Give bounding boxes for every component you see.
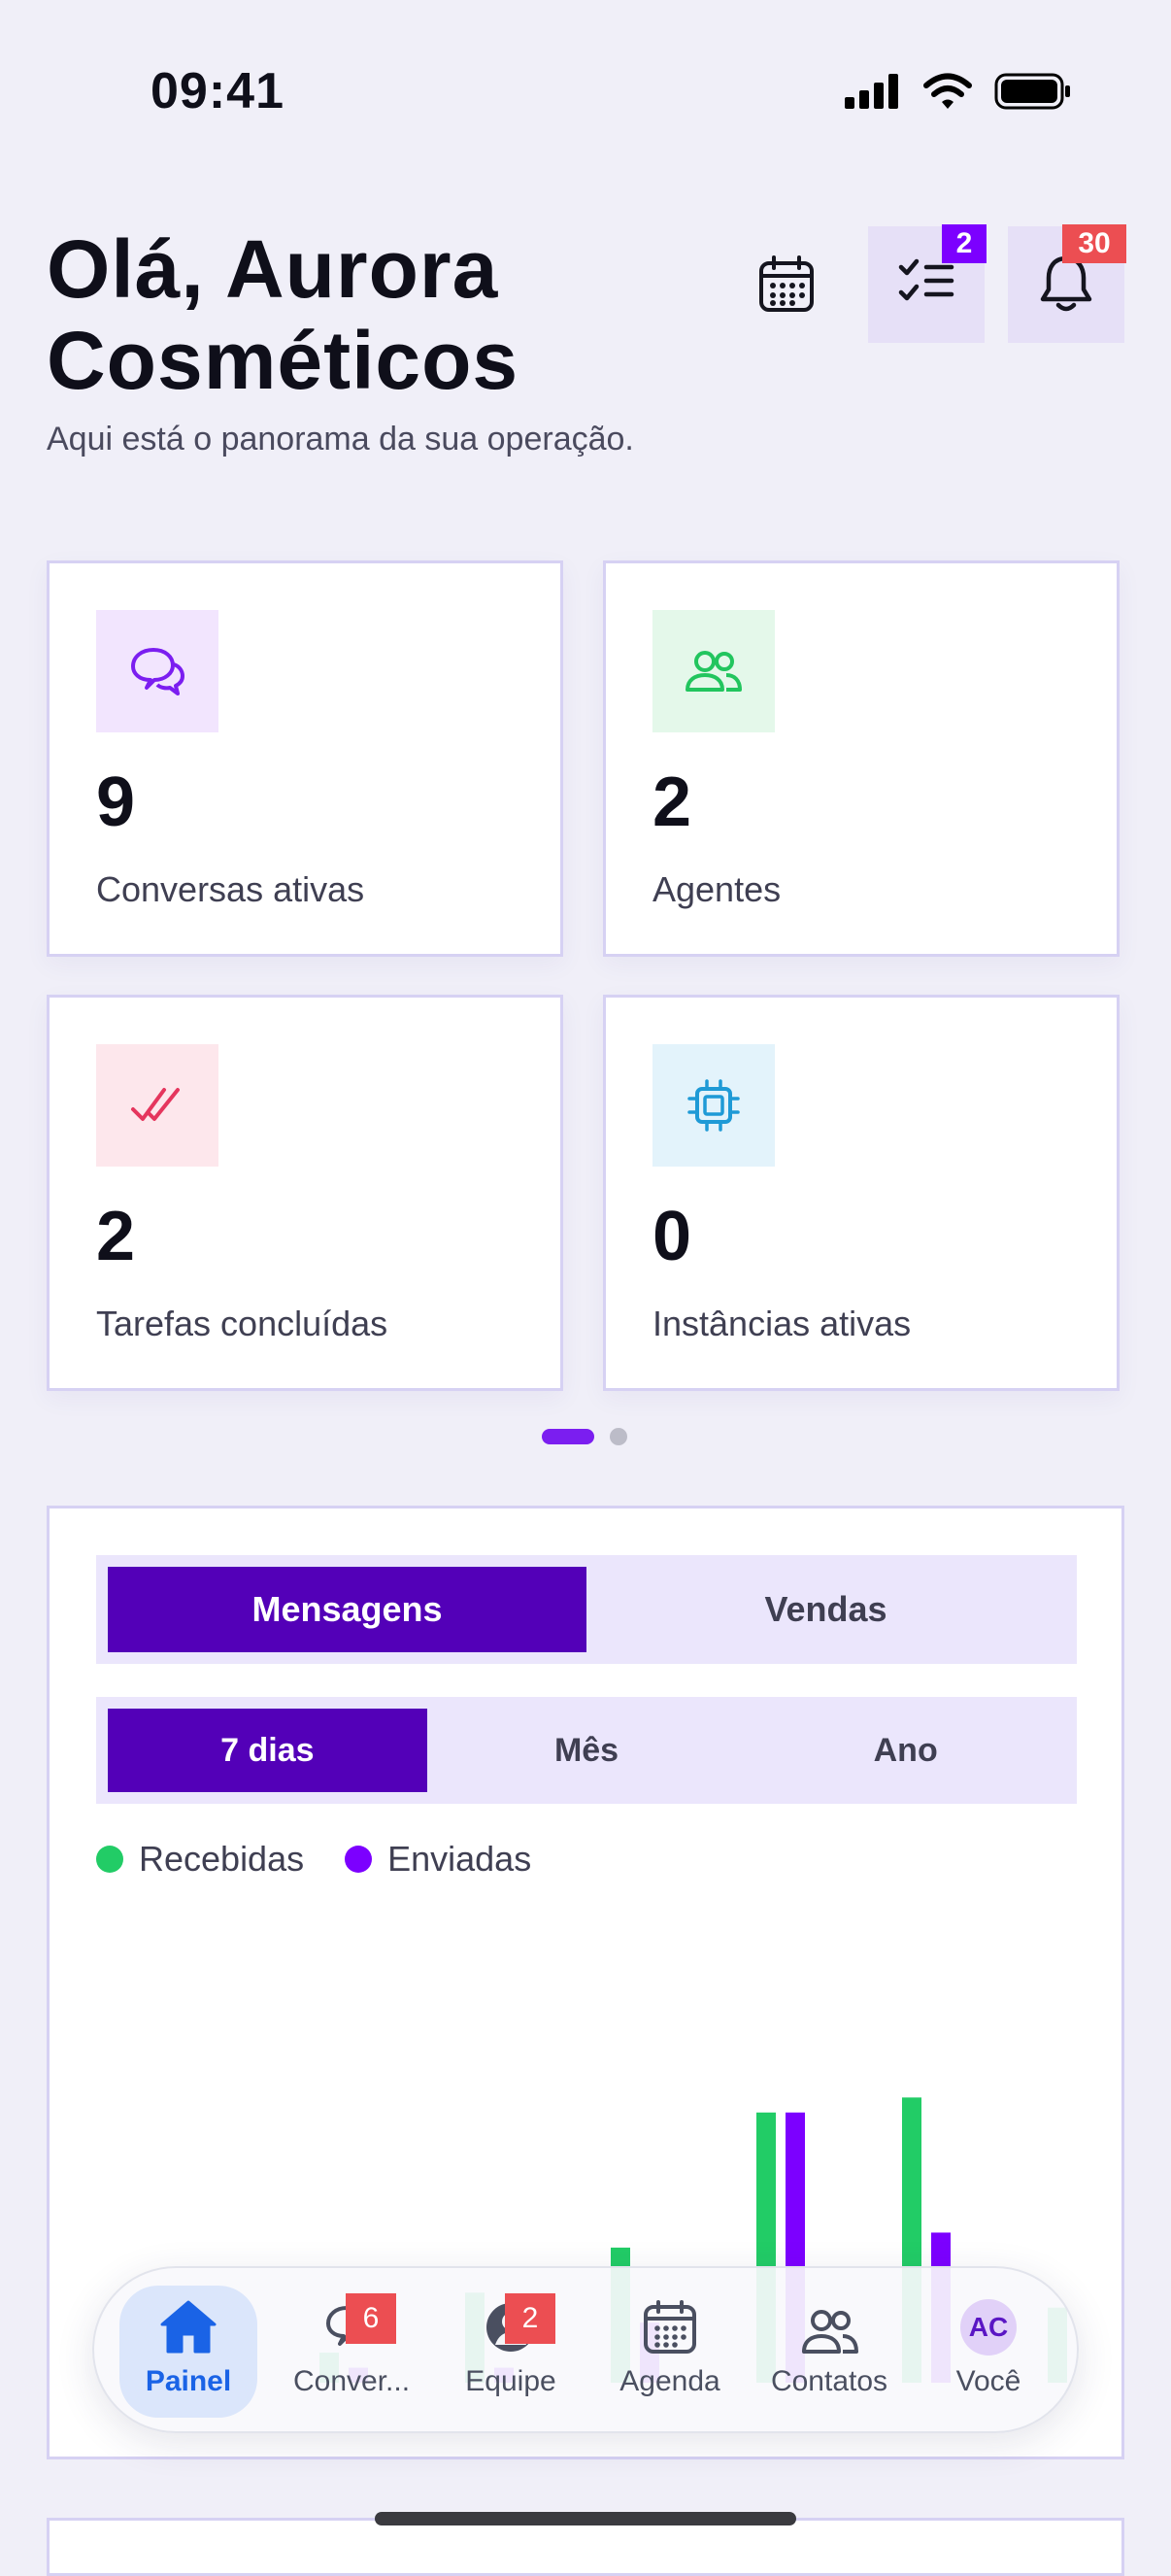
chat-icon	[131, 648, 184, 695]
stat-icon-box	[96, 610, 218, 732]
metric-tabs: Mensagens Vendas	[96, 1555, 1077, 1664]
nav-contatos[interactable]: Contatos	[756, 2286, 902, 2418]
legend-swatch	[345, 1846, 373, 1873]
calendar-icon	[644, 2300, 696, 2354]
status-icons	[845, 72, 1072, 111]
period-ano[interactable]: Ano	[746, 1709, 1065, 1792]
signal-icon	[845, 74, 898, 109]
legend-label: Recebidas	[139, 1839, 305, 1879]
tab-mensagens[interactable]: Mensagens	[108, 1567, 586, 1652]
stat-icon-box	[96, 1044, 218, 1167]
pager-dot[interactable]	[610, 1428, 627, 1445]
nav-agenda[interactable]: Agenda	[597, 2286, 743, 2418]
legend-item-enviadas: Enviadas	[345, 1839, 531, 1880]
stat-value: 0	[652, 1198, 692, 1275]
battery-icon	[994, 73, 1070, 110]
tasks-button[interactable]: 2	[868, 224, 987, 343]
wifi-icon	[923, 73, 972, 109]
tab-vendas[interactable]: Vendas	[586, 1567, 1065, 1652]
stat-card-conversas[interactable]: 9 Conversas ativas	[47, 560, 563, 957]
page-subtitle: Aqui está o panorama da sua operação.	[47, 421, 634, 458]
chart-legend: Recebidas Enviadas	[96, 1839, 531, 1880]
nav-label: Equipe	[465, 2365, 556, 2397]
bottom-nav: Painel 6 Conver... 2 Equipe Agenda Conta…	[92, 2266, 1079, 2433]
chip-icon	[687, 1079, 740, 1132]
stat-label: Agentes	[652, 869, 782, 909]
checklist-icon	[898, 258, 954, 301]
nav-label: Conver...	[292, 2365, 411, 2397]
stat-value: 2	[96, 1198, 136, 1275]
pager-dot-active[interactable]	[542, 1429, 594, 1444]
stat-card-instancias[interactable]: 0 Instâncias ativas	[603, 995, 1120, 1391]
double-check-icon	[131, 1088, 180, 1121]
period-mes[interactable]: Mês	[427, 1709, 747, 1792]
bell-icon	[1040, 255, 1092, 312]
nav-label: Painel	[145, 2365, 232, 2397]
calendar-icon	[759, 255, 814, 312]
status-time: 09:41	[151, 63, 284, 119]
nav-label: Agenda	[619, 2365, 720, 2397]
nav-label: Contatos	[770, 2365, 888, 2397]
notifications-button[interactable]: 30	[1008, 224, 1126, 343]
stat-card-tarefas[interactable]: 2 Tarefas concluídas	[47, 995, 563, 1391]
calendar-button[interactable]	[728, 226, 845, 343]
stat-value: 2	[652, 763, 692, 841]
nav-voce[interactable]: AC Você	[916, 2286, 1061, 2418]
contacts-icon	[802, 2310, 858, 2354]
legend-item-recebidas: Recebidas	[96, 1839, 304, 1880]
notifications-badge: 30	[1062, 224, 1126, 263]
nav-painel[interactable]: Painel	[119, 2286, 257, 2418]
nav-conversas[interactable]: 6 Conver...	[279, 2286, 424, 2418]
tasks-badge: 2	[942, 224, 987, 263]
users-icon	[686, 651, 742, 692]
nav-badge: 2	[505, 2293, 555, 2344]
stat-label: Tarefas concluídas	[96, 1304, 388, 1343]
period-7-dias[interactable]: 7 dias	[108, 1709, 427, 1792]
legend-label: Enviadas	[387, 1839, 532, 1879]
stat-value: 9	[96, 763, 136, 841]
title-line-1: Olá, Aurora	[47, 223, 499, 315]
stat-label: Instâncias ativas	[652, 1304, 912, 1343]
legend-swatch	[96, 1846, 123, 1873]
stat-icon-box	[652, 1044, 775, 1167]
nav-label: Você	[955, 2365, 1021, 2397]
next-card	[47, 2518, 1124, 2576]
stat-card-agentes[interactable]: 2 Agentes	[603, 560, 1120, 957]
stat-icon-box	[652, 610, 775, 732]
page-title: Olá, Aurora Cosméticos	[47, 223, 746, 406]
title-line-2: Cosméticos	[47, 315, 519, 406]
avatar: AC	[960, 2299, 1017, 2356]
nav-equipe[interactable]: 2 Equipe	[438, 2286, 584, 2418]
carousel-pager[interactable]	[542, 1428, 627, 1445]
period-tabs: 7 dias Mês Ano	[96, 1697, 1077, 1804]
nav-badge: 6	[346, 2293, 396, 2344]
stat-label: Conversas ativas	[96, 869, 365, 909]
home-indicator[interactable]	[375, 2512, 796, 2525]
home-icon	[160, 2300, 217, 2354]
